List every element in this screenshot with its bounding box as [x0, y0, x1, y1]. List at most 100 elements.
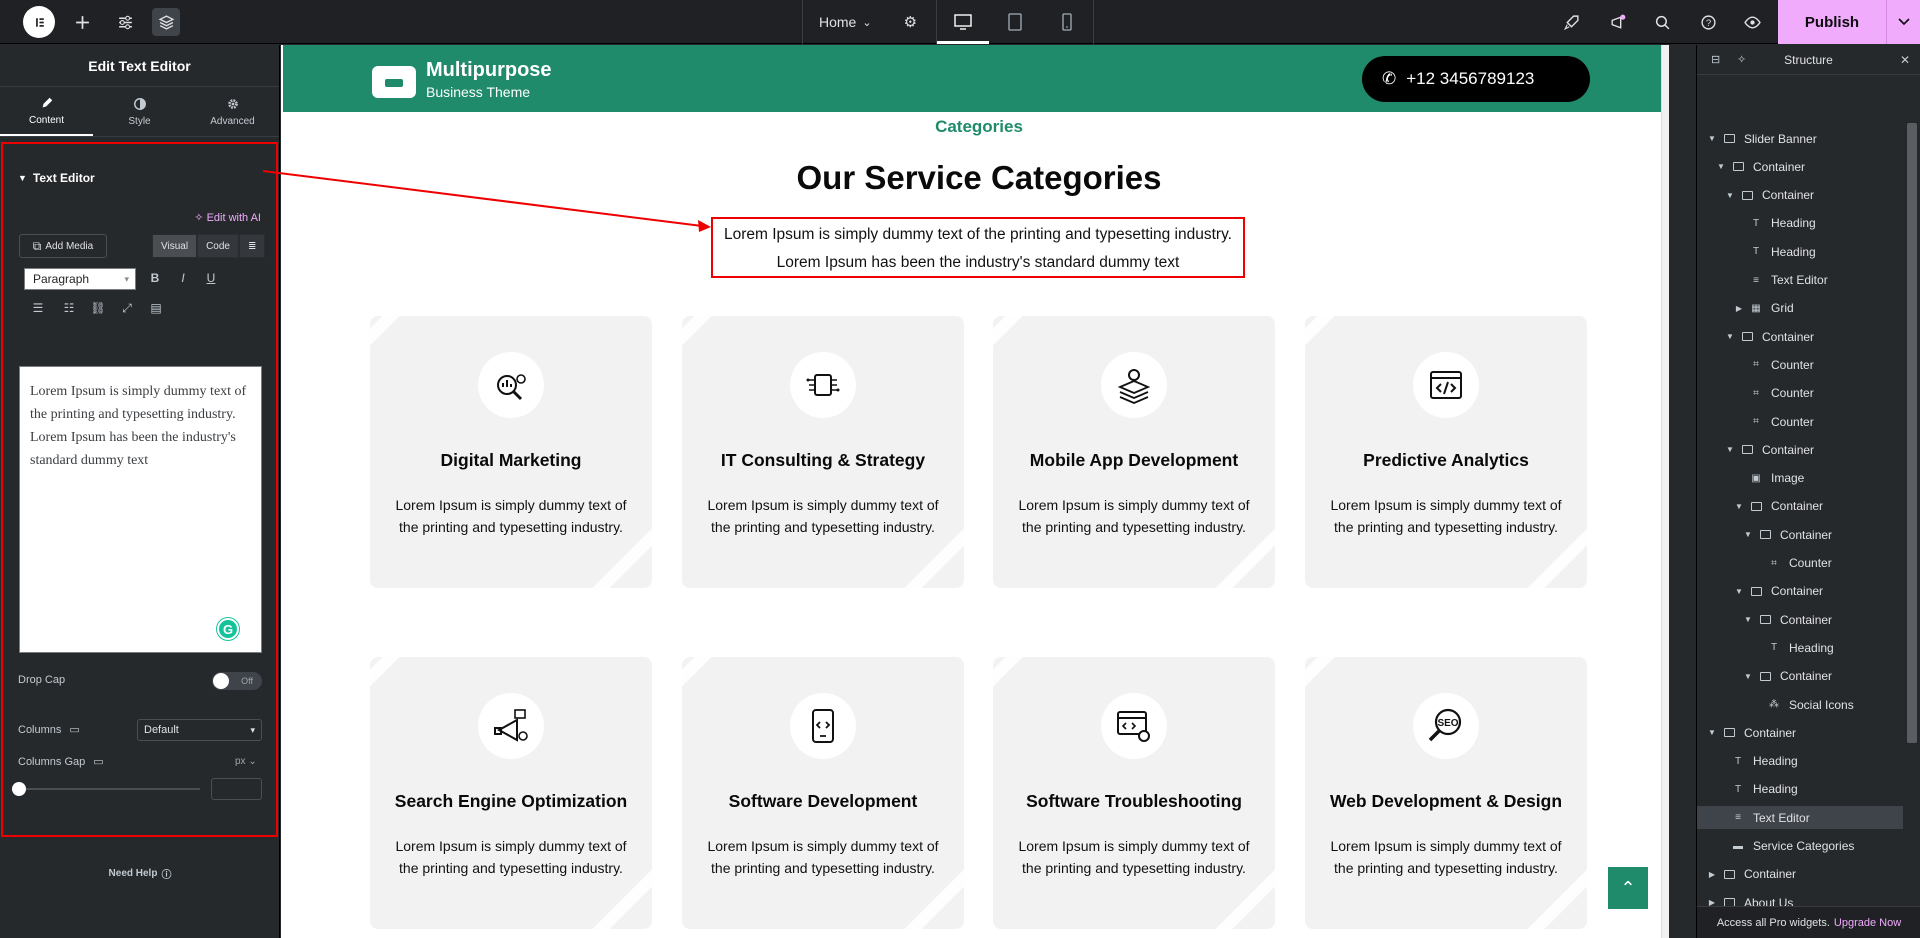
columns-select[interactable]: Default	[137, 719, 262, 741]
structure-item[interactable]: ▼ Container	[1697, 580, 1903, 603]
structure-item[interactable]: ▣ Image	[1697, 467, 1903, 490]
add-element-icon[interactable]	[68, 8, 96, 36]
structure-layers-icon[interactable]	[152, 8, 180, 36]
columns-gap-input[interactable]	[211, 778, 262, 800]
page-selector[interactable]: Home ⌄ ⚙	[803, 0, 937, 44]
service-card[interactable]: IT Consulting & Strategy Lorem Ipsum is …	[682, 316, 964, 588]
structure-item[interactable]: ▼ Container	[1697, 523, 1903, 546]
structure-item[interactable]: T Heading	[1697, 240, 1903, 263]
caret-down-icon[interactable]: ▼	[1743, 530, 1753, 539]
elementor-logo-icon[interactable]	[23, 6, 55, 38]
structure-item[interactable]: T Heading	[1697, 636, 1903, 659]
page-settings-icon[interactable]: ⚙	[904, 13, 917, 31]
service-card[interactable]: Software Development Lorem Ipsum is simp…	[682, 657, 964, 929]
text-editor-content[interactable]: Lorem Ipsum is simply dummy text of the …	[19, 366, 262, 653]
bullet-list-icon[interactable]: ☰	[28, 301, 48, 315]
phone-button[interactable]: ✆ +12 3456789123	[1362, 56, 1590, 102]
tab-code[interactable]: Code	[197, 234, 239, 258]
structure-item[interactable]: T Heading	[1697, 778, 1903, 801]
mobile-icon[interactable]	[1041, 0, 1093, 44]
service-card[interactable]: Digital Marketing Lorem Ipsum is simply …	[370, 316, 652, 588]
numbered-list-icon[interactable]: ☷	[59, 301, 79, 315]
caret-down-icon[interactable]: ▼	[1716, 162, 1726, 171]
canvas-scrollbar[interactable]	[1661, 45, 1669, 938]
caret-down-icon[interactable]: ▼	[1734, 587, 1744, 596]
structure-item[interactable]: ≡ Text Editor	[1697, 269, 1903, 292]
caret-down-icon[interactable]: ▼	[1707, 134, 1717, 143]
structure-item[interactable]: ▼ Container	[1697, 665, 1903, 688]
section-description[interactable]: Lorem Ipsum is simply dummy text of the …	[711, 217, 1245, 278]
structure-item[interactable]: T Heading	[1697, 750, 1903, 773]
section-heading[interactable]: Our Service Categories	[281, 159, 1669, 197]
upgrade-link[interactable]: Upgrade Now	[1834, 917, 1901, 929]
grammarly-icon[interactable]: G	[217, 618, 239, 640]
structure-item[interactable]: T Heading	[1697, 212, 1903, 235]
structure-item[interactable]: ▼ Container	[1697, 155, 1903, 178]
service-card[interactable]: Mobile App Development Lorem Ipsum is si…	[993, 316, 1275, 588]
add-media-button[interactable]: ⧉ Add Media	[19, 234, 107, 258]
caret-down-icon[interactable]: ▼	[1734, 502, 1744, 511]
tab-advanced[interactable]: Advanced	[186, 87, 279, 136]
structure-item[interactable]: ▼ Container	[1697, 325, 1903, 348]
underline-button[interactable]: U	[201, 271, 221, 285]
tablet-icon[interactable]	[989, 0, 1041, 44]
structure-scrollbar[interactable]	[1907, 123, 1917, 743]
tab-content[interactable]: Content	[0, 87, 93, 136]
help-icon[interactable]: ?	[1694, 8, 1722, 36]
desktop-icon[interactable]	[937, 0, 989, 44]
publish-button[interactable]: Publish	[1778, 0, 1886, 44]
structure-item[interactable]: ⌗ Counter	[1697, 410, 1903, 433]
categories-label[interactable]: Categories	[281, 117, 1669, 137]
tab-visual[interactable]: Visual	[152, 234, 198, 258]
section-toggle-text-editor[interactable]: ▼ Text Editor	[18, 171, 95, 185]
need-help-link[interactable]: Need Help ⓘ	[0, 866, 280, 881]
close-icon[interactable]: ✕	[1900, 53, 1910, 67]
service-card[interactable]: Predictive Analytics Lorem Ipsum is simp…	[1305, 316, 1587, 588]
structure-item[interactable]: ≡ Text Editor	[1697, 806, 1903, 830]
structure-item[interactable]: ▬ Service Categories	[1697, 835, 1903, 858]
structure-item[interactable]: ▼ Container	[1697, 438, 1903, 461]
caret-down-icon[interactable]: ▼	[1743, 672, 1753, 681]
structure-item[interactable]: ▶ ▦ Grid	[1697, 297, 1903, 320]
site-settings-icon[interactable]	[111, 8, 139, 36]
columns-gap-slider[interactable]	[18, 788, 200, 790]
fullscreen-icon[interactable]: ⤢	[117, 301, 137, 316]
caret-right-icon[interactable]: ▶	[1734, 304, 1744, 313]
scroll-to-top-button[interactable]: ⌃	[1608, 867, 1648, 909]
structure-item[interactable]: ⌗ Counter	[1697, 382, 1903, 405]
whats-new-icon[interactable]	[1603, 8, 1631, 36]
structure-item[interactable]: ▼ Container	[1697, 184, 1903, 207]
sparkle-icon[interactable]: ✧	[1737, 53, 1746, 66]
slider-handle[interactable]	[12, 782, 26, 796]
link-icon[interactable]: ⛓	[88, 301, 108, 315]
tab-style[interactable]: Style	[93, 87, 186, 136]
drop-cap-toggle[interactable]: Off	[212, 672, 262, 690]
preview-eye-icon[interactable]	[1738, 8, 1766, 36]
search-icon[interactable]	[1648, 8, 1676, 36]
service-card[interactable]: Search Engine Optimization Lorem Ipsum i…	[370, 657, 652, 929]
dynamic-tags-icon[interactable]: ≣	[238, 234, 266, 258]
structure-item[interactable]: ▼ Slider Banner	[1697, 127, 1903, 150]
caret-right-icon[interactable]: ▶	[1707, 870, 1717, 879]
unit-selector[interactable]: px ⌄	[235, 756, 257, 767]
structure-item[interactable]: ▼ Container	[1697, 721, 1903, 744]
edit-with-ai-button[interactable]: ✧ Edit with AI	[194, 211, 261, 224]
structure-item[interactable]: ▶ Container	[1697, 863, 1903, 886]
caret-down-icon[interactable]: ▼	[1725, 445, 1735, 454]
toolbar-toggle-icon[interactable]: ▤	[146, 301, 166, 315]
italic-button[interactable]: I	[173, 271, 193, 285]
service-card[interactable]: Software Troubleshooting Lorem Ipsum is …	[993, 657, 1275, 929]
caret-down-icon[interactable]: ▼	[1707, 728, 1717, 737]
collapse-all-icon[interactable]: ⊟	[1711, 53, 1720, 66]
caret-down-icon[interactable]: ▼	[1725, 332, 1735, 341]
structure-item[interactable]: ⌗ Counter	[1697, 552, 1903, 575]
structure-item[interactable]: ▼ Container	[1697, 608, 1903, 631]
structure-item[interactable]: ⌗ Counter	[1697, 353, 1903, 376]
structure-item[interactable]: ▼ Container	[1697, 495, 1903, 518]
structure-item[interactable]: ⁂ Social Icons	[1697, 693, 1903, 716]
rocket-icon[interactable]	[1557, 8, 1585, 36]
bold-button[interactable]: B	[145, 271, 165, 285]
publish-options-chevron-icon[interactable]	[1886, 0, 1920, 44]
service-card[interactable]: SEO Web Development & Design Lorem Ipsum…	[1305, 657, 1587, 929]
caret-down-icon[interactable]: ▼	[1743, 615, 1753, 624]
